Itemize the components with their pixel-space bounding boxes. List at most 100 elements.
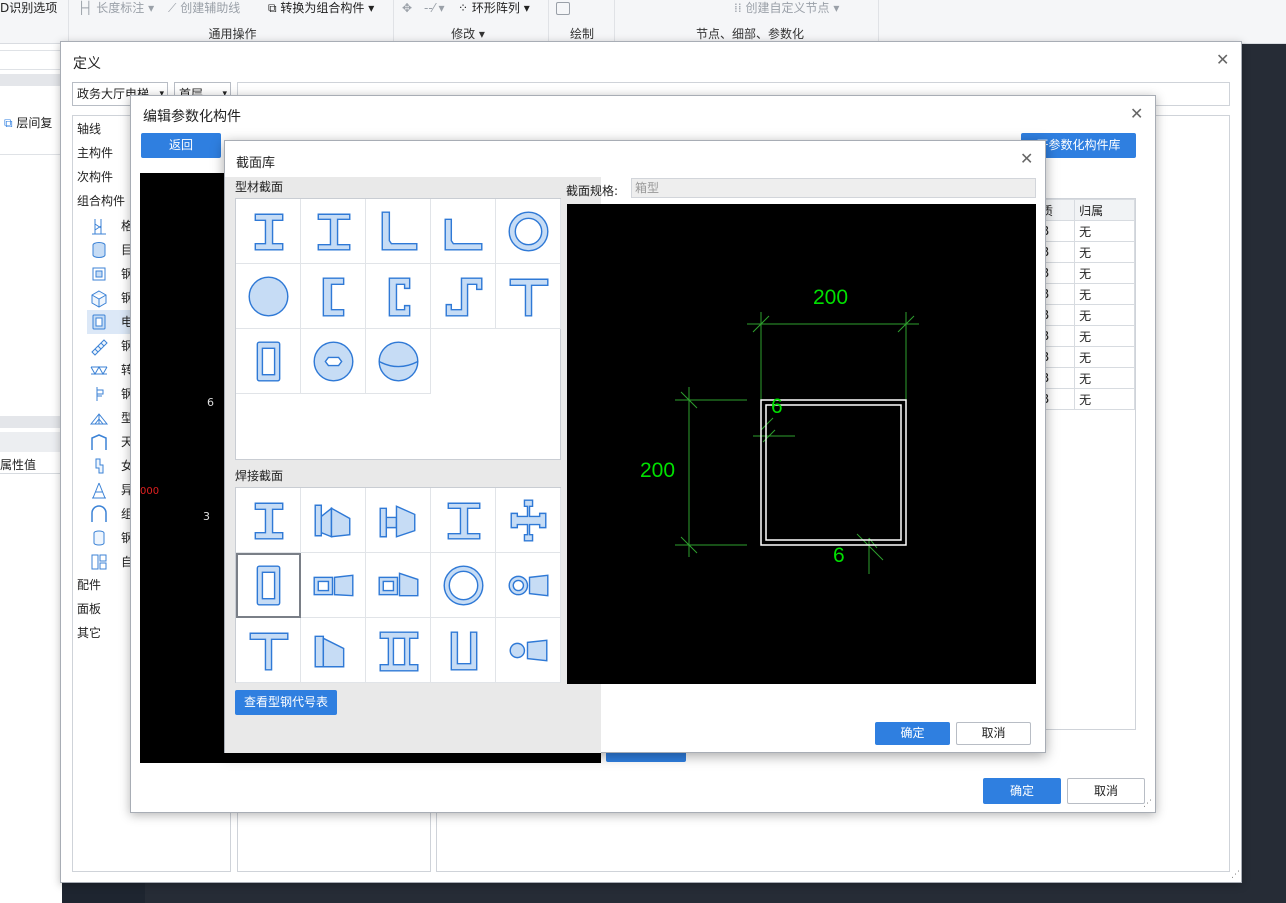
section-cell[interactable] [366,618,431,683]
section-cell[interactable] [431,553,496,618]
section-cell[interactable] [496,488,561,553]
hex-bolt-icon [313,341,354,382]
section-cell[interactable] [496,264,561,329]
spec-label: 截面规格: [566,184,619,198]
round-bar-icon [248,276,289,317]
draw-rect-icon[interactable] [556,2,570,15]
table-cell[interactable]: 无 [1074,388,1135,410]
section-cell[interactable] [366,329,431,394]
profile-section-grid [235,198,561,460]
section-ok-button[interactable]: 确定 [875,722,950,745]
section-cell[interactable] [301,199,366,264]
table-row[interactable]: B无 [1035,388,1135,410]
table-cell[interactable]: 无 [1074,262,1135,284]
resize-grip-icon[interactable]: ⋰ [1143,799,1152,809]
tapered-i-beam-2-icon [379,505,416,538]
section-cell[interactable] [236,199,301,264]
section-cell[interactable] [301,264,366,329]
welded-box-icon [256,565,281,606]
ring-array-button[interactable]: ⁘ 环形阵列 ▾ [458,0,530,18]
resize-grip-icon[interactable]: ⋰ [1231,870,1240,880]
lattice-column-icon [92,219,106,235]
section-cell[interactable] [496,618,561,683]
custom-node-button[interactable]: ⁞⁞ 创建自定义节点 ▾ [734,0,839,18]
table-row[interactable]: B无 [1035,241,1135,263]
section-cell[interactable] [236,329,301,394]
line-style-icon[interactable]: --⁄ ▾ [424,0,445,18]
section-cell[interactable] [236,553,301,618]
layer-copy-button[interactable]: ⧉ 层间复 [4,114,52,131]
tree-item-axis[interactable]: 轴线 [77,118,101,140]
section-dialog-close-icon[interactable]: ✕ [1020,149,1033,168]
table-cell[interactable]: 无 [1074,241,1135,263]
section-cell[interactable] [366,199,431,264]
param-cancel-button[interactable]: 取消 [1067,778,1145,804]
tree-item-panel[interactable]: 面板 [77,598,101,620]
tapered-pipe-icon [508,574,549,597]
section-cell[interactable] [431,264,496,329]
steel-frame-icon [92,267,106,281]
custom-node-icon: ⁞⁞ [734,1,742,15]
section-cell[interactable] [301,553,366,618]
section-cell[interactable] [431,199,496,264]
section-cell[interactable] [301,488,366,553]
table-cell[interactable]: 无 [1074,346,1135,368]
view-steel-code-button[interactable]: 查看型钢代号表 [235,690,337,715]
convert-combo-button[interactable]: ⧉ 转换为组合构件 ▾ [268,0,374,18]
table-cell[interactable]: 无 [1074,304,1135,326]
table-row[interactable]: B无 [1035,367,1135,389]
unequal-angle-icon [444,218,483,251]
param-dialog-close-icon[interactable]: ✕ [1130,104,1143,123]
section-cell[interactable] [496,553,561,618]
tree-item-other[interactable]: 其它 [77,622,101,644]
move-icon[interactable]: ✥ [402,0,412,18]
section-cell[interactable] [366,488,431,553]
define-dialog-close-icon[interactable]: ✕ [1216,50,1229,69]
spec-field[interactable]: 箱型 [631,178,1036,198]
section-cell[interactable] [236,618,301,683]
sphere-icon [378,341,419,382]
rect-tube-icon [256,341,281,382]
tree-item-accessory[interactable]: 配件 [77,574,101,596]
section-cell[interactable] [366,264,431,329]
section-cell[interactable] [431,618,496,683]
z-section-icon [445,277,483,317]
left-header-strip [0,74,62,86]
pipe-icon [508,211,549,252]
arch-icon [91,505,107,522]
section-cell[interactable] [366,553,431,618]
recognize-options-button[interactable]: D识别选项 [0,0,57,18]
table-row[interactable]: B无 [1035,325,1135,347]
table-row[interactable]: B无 [1035,220,1135,242]
back-button[interactable]: 返回 [141,133,221,158]
section-cell[interactable] [301,618,366,683]
box-section-drawing [675,312,919,574]
cross-section-icon [510,499,547,542]
group-modify-label[interactable]: 修改 ▾ [432,26,504,42]
section-cancel-button[interactable]: 取消 [956,722,1031,745]
tree-item-combo[interactable]: 组合构件 [77,190,125,212]
param-ok-button[interactable]: 确定 [983,778,1061,804]
table-cell[interactable]: 无 [1074,283,1135,305]
section-cell[interactable] [431,488,496,553]
lipped-channel-icon [388,277,411,317]
box-section-icon [92,314,106,330]
table-cell[interactable]: 无 [1074,367,1135,389]
tree-item-secondary[interactable]: 次构件 [77,166,113,188]
table-row[interactable]: B无 [1035,346,1135,368]
table-row[interactable]: B无 [1035,283,1135,305]
length-dim-button[interactable]: ├┤ 长度标注 ▾ [78,0,154,18]
tree-item-main[interactable]: 主构件 [77,142,113,164]
table-row[interactable]: B无 [1035,262,1135,284]
table-cell[interactable]: 无 [1074,220,1135,242]
roof-truss-icon [89,413,109,425]
section-cell[interactable] [236,264,301,329]
table-cell[interactable]: 无 [1074,325,1135,347]
section-cell[interactable] [236,488,301,553]
section-preview-canvas: 200 200 6 6 [567,204,1036,684]
section-cell[interactable] [301,329,366,394]
section-cell[interactable] [496,199,561,264]
table-row[interactable]: B无 [1035,304,1135,326]
aux-line-button[interactable]: ⟋ 创建辅助线 [168,0,240,18]
aux-line-icon: ⟋ [168,1,177,15]
